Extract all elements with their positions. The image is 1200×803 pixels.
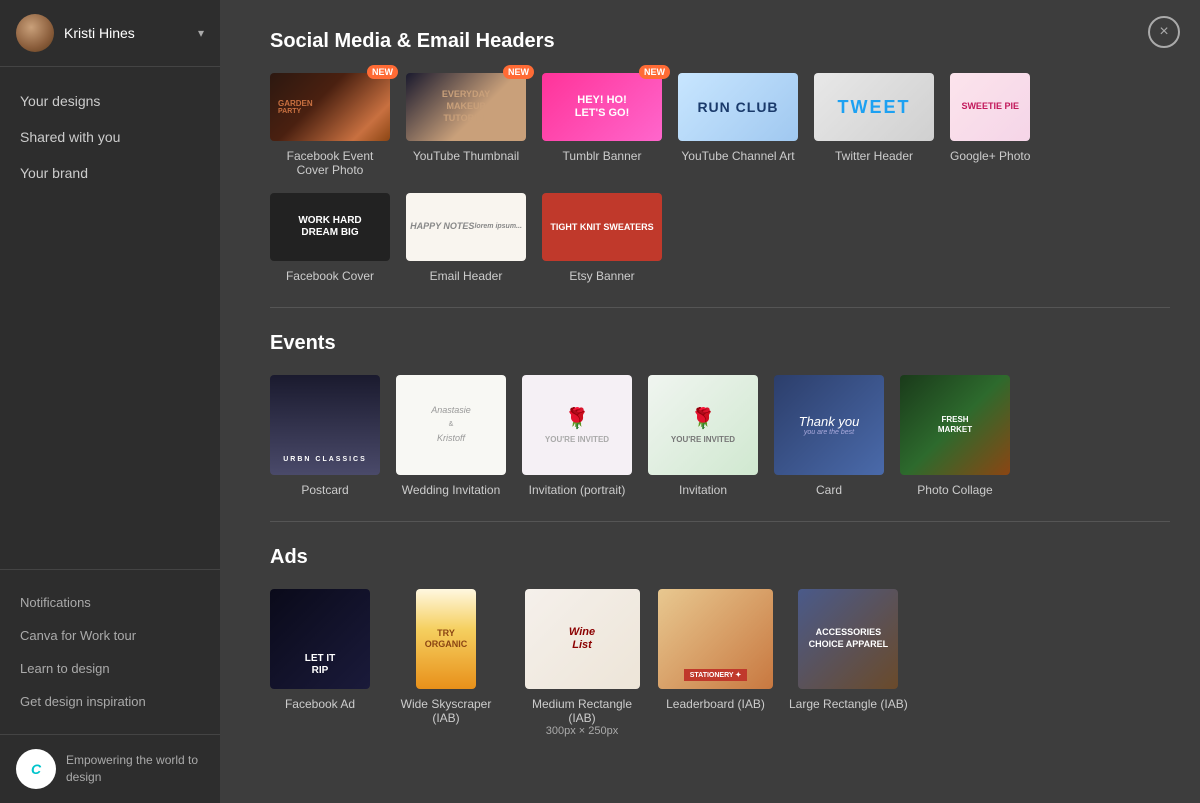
template-thumb: ACCESSORIESCHOICE APPAREL [798,589,898,689]
sidebar: Kristi Hines ▾ Your designs Shared with … [0,0,220,803]
template-thumb: WORK HARDDREAM BIG [270,193,390,261]
template-thumb: FRESHMARKET [900,375,1010,475]
social-media-grid-row2: WORK HARDDREAM BIG Facebook Cover HAPPY … [270,193,1170,283]
template-label: Card [816,483,842,497]
ads-grid: LET ITRIP Facebook Ad TRYORGANIC Wide Sk… [270,589,1170,737]
template-thumb: TWEET [814,73,934,141]
template-label: Postcard [301,483,348,497]
template-facebook-cover[interactable]: WORK HARDDREAM BIG Facebook Cover [270,193,390,283]
template-thumb: Anastasie & Kristoff [396,375,506,475]
main-content: × Social Media & Email Headers GARDEN PA… [220,0,1200,803]
sidebar-item-shared-with-you[interactable]: Shared with you [0,119,220,155]
template-label: Facebook Event Cover Photo [270,149,390,177]
template-thumb: RUN CLUB [678,73,798,141]
template-label: Leaderboard (IAB) [666,697,765,711]
template-label: Invitation (portrait) [529,483,626,497]
template-youtube-channel-art[interactable]: RUN CLUB YouTube Channel Art [678,73,798,177]
template-label: Wide Skyscraper (IAB) [386,697,506,725]
template-thumb: WineList [525,589,640,689]
sidebar-item-learn-to-design[interactable]: Learn to design [0,652,220,685]
badge-new: NEW [367,65,398,79]
template-label: YouTube Thumbnail [413,149,519,163]
template-label: Tumblr Banner [563,149,642,163]
template-label: Wedding Invitation [402,483,501,497]
template-label: YouTube Channel Art [681,149,794,163]
template-twitter-header[interactable]: TWEET Twitter Header [814,73,934,177]
template-etsy-banner[interactable]: TIGHT KNIT SWEATERS Etsy Banner [542,193,662,283]
avatar [16,14,54,52]
template-label: Google+ Photo [950,149,1030,163]
template-label: Twitter Header [835,149,913,163]
template-thumb: EVERYDAYMAKEUPTUTORIAL NEW [406,73,526,141]
template-label: Invitation [679,483,727,497]
template-sublabel: 300px × 250px [546,725,618,737]
footer-tagline: Empowering the world to design [66,752,204,786]
template-thumb: SWEETIE PIE [950,73,1030,141]
template-label: Medium Rectangle (IAB) [522,697,642,725]
template-thumb: 🌹 YOU'RE INVITED [522,375,632,475]
template-tumblr-banner[interactable]: HEY! HO!LET'S GO! NEW Tumblr Banner [542,73,662,177]
template-thumb: GARDEN PARTY NEW [270,73,390,141]
close-button[interactable]: × [1148,16,1180,48]
template-label: Large Rectangle (IAB) [789,697,908,711]
template-facebook-ad[interactable]: LET ITRIP Facebook Ad [270,589,370,737]
template-invitation[interactable]: 🌹 YOU'RE INVITED Invitation [648,375,758,497]
template-thumb: 🌹 YOU'RE INVITED [648,375,758,475]
template-label: Facebook Cover [286,269,374,283]
sidebar-nav: Your designs Shared with you Your brand [0,67,220,569]
badge-new: NEW [639,65,670,79]
sidebar-item-notifications[interactable]: Notifications [0,586,220,619]
section-title-events: Events [270,332,1170,355]
sidebar-item-your-designs[interactable]: Your designs [0,83,220,119]
template-label: Facebook Ad [285,697,355,711]
template-thumb: TIGHT KNIT SWEATERS [542,193,662,261]
template-medium-rectangle[interactable]: WineList Medium Rectangle (IAB) 300px × … [522,589,642,737]
template-thumb: HEY! HO!LET'S GO! NEW [542,73,662,141]
sidebar-footer: C Empowering the world to design [0,734,220,803]
section-title-social: Social Media & Email Headers [270,30,1170,53]
template-thumb: STATIONERY ✦ [658,589,773,689]
sidebar-bottom: Notifications Canva for Work tour Learn … [0,569,220,734]
profile-menu[interactable]: Kristi Hines ▾ [0,0,220,67]
template-thumb: URBN CLASSICS [270,375,380,475]
sidebar-item-your-brand[interactable]: Your brand [0,155,220,191]
template-google-plus[interactable]: SWEETIE PIE Google+ Photo [950,73,1030,177]
template-thumb: LET ITRIP [270,589,370,689]
template-large-rectangle[interactable]: ACCESSORIESCHOICE APPAREL Large Rectangl… [789,589,908,737]
sidebar-item-get-design-inspiration[interactable]: Get design inspiration [0,685,220,718]
template-label: Photo Collage [917,483,992,497]
template-wedding-invitation[interactable]: Anastasie & Kristoff Wedding Invitation [396,375,506,497]
template-card[interactable]: Thank you you are the best Card [774,375,884,497]
template-youtube-thumbnail[interactable]: EVERYDAYMAKEUPTUTORIAL NEW YouTube Thumb… [406,73,526,177]
profile-name: Kristi Hines [64,25,198,41]
badge-new: NEW [503,65,534,79]
canva-logo: C [16,749,56,789]
template-leaderboard[interactable]: STATIONERY ✦ Leaderboard (IAB) [658,589,773,737]
template-facebook-event[interactable]: GARDEN PARTY NEW Facebook Event Cover Ph… [270,73,390,177]
template-label: Etsy Banner [569,269,634,283]
template-photo-collage[interactable]: FRESHMARKET Photo Collage [900,375,1010,497]
template-postcard[interactable]: URBN CLASSICS Postcard [270,375,380,497]
template-wide-skyscraper[interactable]: TRYORGANIC Wide Skyscraper (IAB) [386,589,506,737]
template-thumb: TRYORGANIC [416,589,476,689]
template-invitation-portrait[interactable]: 🌹 YOU'RE INVITED Invitation (portrait) [522,375,632,497]
section-title-ads: Ads [270,546,1170,569]
template-thumb: HAPPY NOTESlorem ipsum... [406,193,526,261]
events-grid: URBN CLASSICS Postcard Anastasie & Krist… [270,375,1170,497]
chevron-down-icon: ▾ [198,26,204,40]
template-thumb: Thank you you are the best [774,375,884,475]
template-label: Email Header [430,269,503,283]
social-media-grid: GARDEN PARTY NEW Facebook Event Cover Ph… [270,73,1170,177]
template-email-header[interactable]: HAPPY NOTESlorem ipsum... Email Header [406,193,526,283]
sidebar-item-canva-work-tour[interactable]: Canva for Work tour [0,619,220,652]
